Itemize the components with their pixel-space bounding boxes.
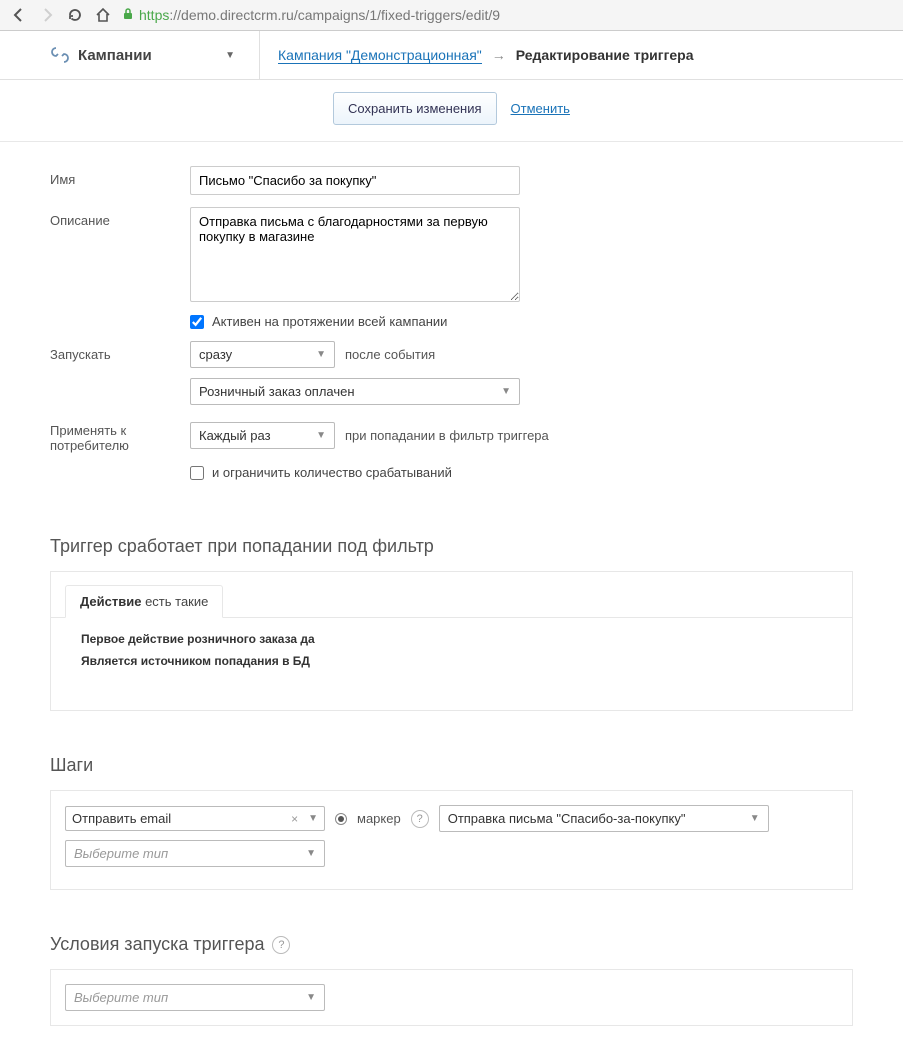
event-select[interactable]: Розничный заказ оплачен ▼: [190, 378, 520, 405]
cancel-link[interactable]: Отменить: [511, 101, 570, 116]
chevron-down-icon: ▼: [750, 813, 760, 824]
step-action-select[interactable]: Отправить email × ▼: [65, 806, 325, 831]
chevron-down-icon: ▼: [316, 349, 326, 360]
chevron-down-icon: ▼: [308, 813, 318, 824]
active-checkbox-row[interactable]: Активен на протяжении всей кампании: [190, 314, 447, 329]
page-header: Кампании ▼ Кампания "Демонстрационная" →…: [0, 31, 903, 80]
conditions-box: Выберите тип ▼: [50, 969, 853, 1026]
home-icon[interactable]: [94, 6, 112, 24]
active-checkbox[interactable]: [190, 315, 204, 329]
campaigns-dropdown[interactable]: Кампании ▼: [0, 31, 260, 79]
steps-section: Шаги Отправить email × ▼ маркер ? Отправ…: [0, 755, 903, 914]
filter-title: Триггер сработает при попадании под филь…: [50, 536, 853, 557]
reload-icon[interactable]: [66, 6, 84, 24]
breadcrumb-arrow-icon: →: [492, 47, 506, 63]
limit-checkbox-row[interactable]: и ограничить количество срабатываний: [190, 465, 452, 480]
save-button[interactable]: Сохранить изменения: [333, 92, 497, 125]
conditions-section: Условия запуска триггера ? Выберите тип …: [0, 934, 903, 1050]
lock-icon: [122, 8, 134, 23]
help-icon[interactable]: ?: [272, 936, 290, 954]
filter-line-2: Является источником попадания в БД: [81, 654, 822, 668]
name-label: Имя: [50, 166, 190, 195]
url-scheme: https: [139, 7, 169, 23]
form-area: Имя Описание Отправка письма с благодарн…: [0, 142, 820, 516]
apply-hint: при попадании в фильтр триггера: [345, 428, 549, 443]
help-icon[interactable]: ?: [411, 810, 429, 828]
chevron-down-icon: ▼: [316, 430, 326, 441]
chevron-down-icon: ▼: [306, 848, 316, 859]
breadcrumb-current: Редактирование триггера: [516, 47, 694, 63]
launch-select[interactable]: сразу ▼: [190, 341, 335, 368]
url-bar[interactable]: https://demo.directcrm.ru/campaigns/1/fi…: [122, 7, 893, 23]
filter-line-1: Первое действие розничного заказа да: [81, 632, 822, 646]
breadcrumb: Кампания "Демонстрационная" → Редактиров…: [260, 33, 712, 78]
after-event-label: после события: [345, 347, 435, 362]
condition-type-select[interactable]: Выберите тип ▼: [65, 984, 325, 1011]
name-input[interactable]: [190, 166, 520, 195]
limit-checkbox[interactable]: [190, 466, 204, 480]
description-textarea[interactable]: Отправка письма с благодарностями за пер…: [190, 207, 520, 302]
filter-tab[interactable]: Действие есть такие: [65, 585, 223, 618]
clear-icon[interactable]: ×: [287, 812, 302, 826]
template-select[interactable]: Отправка письма "Спасибо-за-покупку" ▼: [439, 805, 769, 832]
back-icon[interactable]: [10, 6, 28, 24]
description-label: Описание: [50, 207, 190, 302]
chevron-down-icon: ▼: [501, 386, 511, 397]
steps-title: Шаги: [50, 755, 853, 776]
filter-section: Триггер сработает при попадании под филь…: [0, 536, 903, 735]
limit-label: и ограничить количество срабатываний: [212, 465, 452, 480]
marker-radio[interactable]: [335, 813, 347, 825]
chevron-down-icon: ▼: [225, 50, 235, 61]
logo-icon: [50, 45, 70, 65]
url-path: ://demo.directcrm.ru/campaigns/1/fixed-t…: [169, 7, 500, 23]
launch-label: Запускать: [50, 341, 190, 405]
apply-select[interactable]: Каждый раз ▼: [190, 422, 335, 449]
marker-label: маркер: [357, 811, 401, 826]
action-bar: Сохранить изменения Отменить: [0, 80, 903, 142]
chevron-down-icon: ▼: [306, 992, 316, 1003]
forward-icon[interactable]: [38, 6, 56, 24]
step-type-select[interactable]: Выберите тип ▼: [65, 840, 325, 867]
active-label: Активен на протяжении всей кампании: [212, 314, 447, 329]
steps-box: Отправить email × ▼ маркер ? Отправка пи…: [50, 790, 853, 890]
filter-box: Действие есть такие Первое действие розн…: [50, 571, 853, 711]
campaigns-label: Кампании: [78, 47, 217, 64]
breadcrumb-link[interactable]: Кампания "Демонстрационная": [278, 47, 482, 64]
browser-toolbar: https://demo.directcrm.ru/campaigns/1/fi…: [0, 0, 903, 31]
apply-label: Применять к потребителю: [50, 417, 190, 453]
